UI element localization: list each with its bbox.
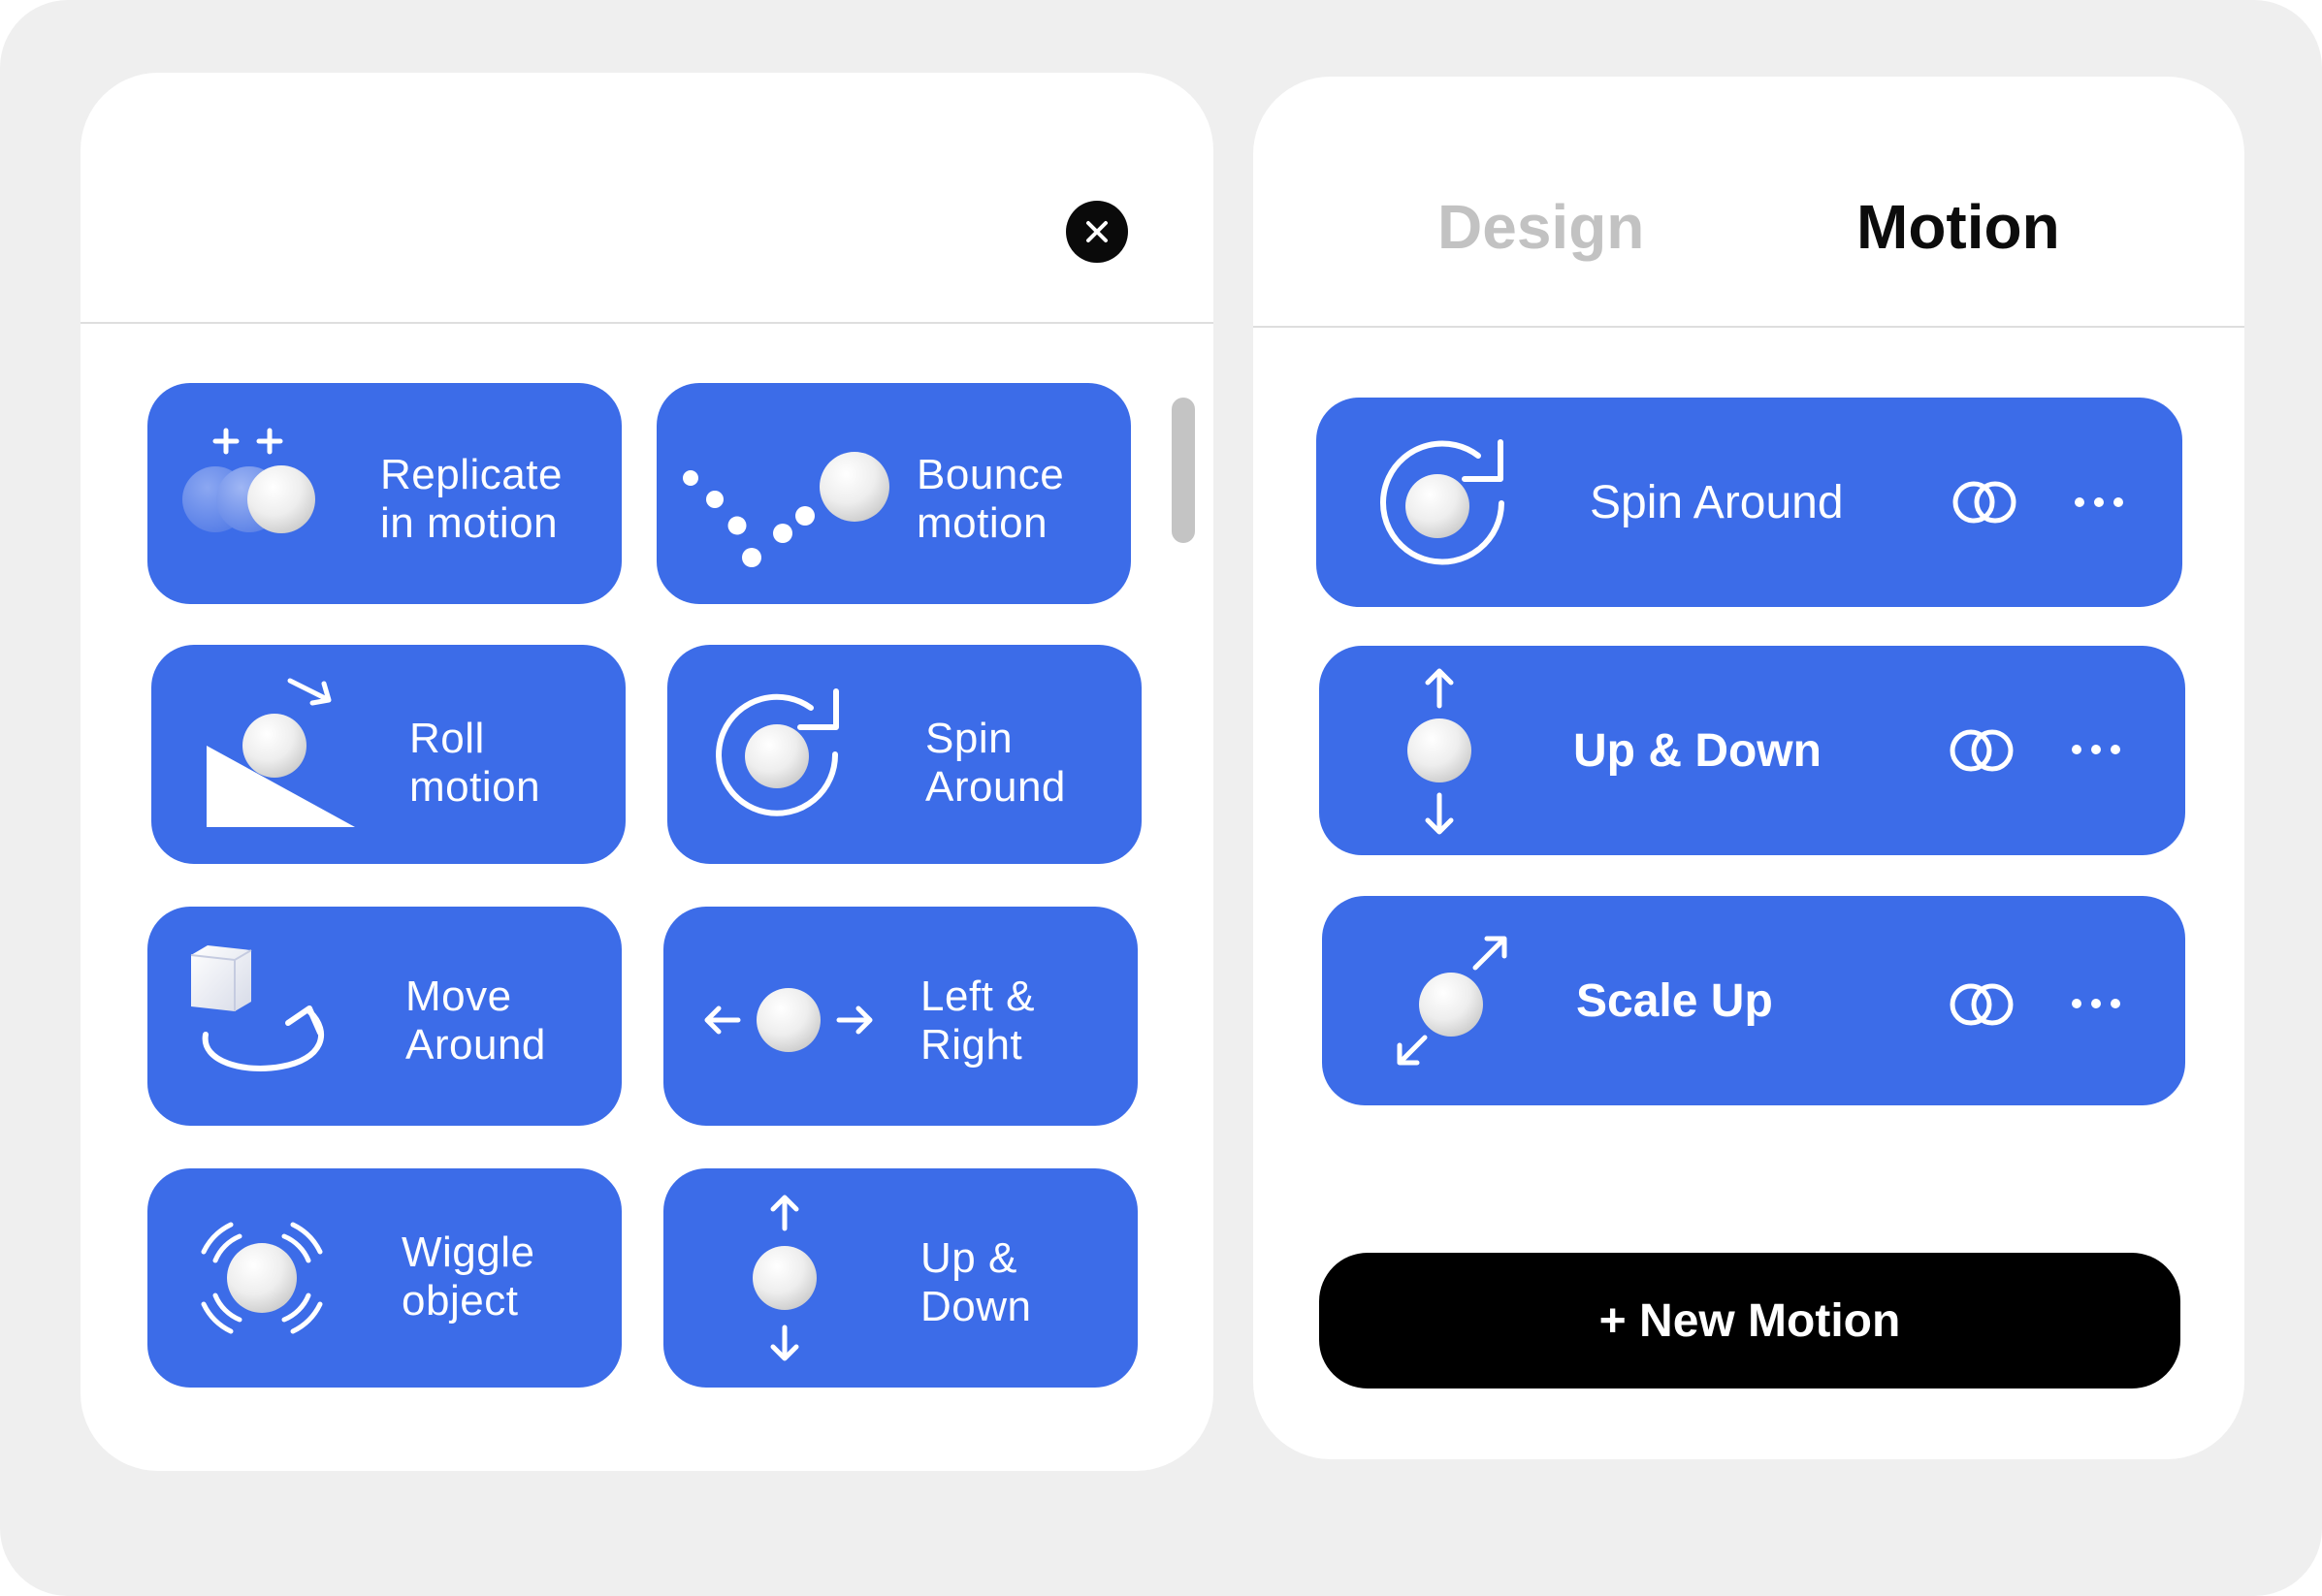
- up-down-icon: [1407, 668, 1471, 835]
- spin-icon: [1380, 439, 1504, 565]
- app-frame: Replicate in motion Bounce motion Roll m…: [0, 0, 2322, 1596]
- tab-motion[interactable]: Motion: [1856, 191, 2060, 263]
- motion-row-scale-up[interactable]: Scale Up: [1322, 896, 2185, 1105]
- roll-icon: [207, 678, 355, 827]
- preset-card-wiggle[interactable]: Wiggle object: [147, 1168, 622, 1388]
- preset-label: Bounce motion: [917, 451, 1065, 547]
- motion-editor-panel: Design Motion Spin Around Up & Down Scal…: [1253, 77, 2244, 1459]
- scale-up-icon: [1397, 936, 1507, 1066]
- spin-icon: [716, 688, 839, 816]
- bounce-icon: [683, 452, 889, 567]
- motion-row-spin-around[interactable]: Spin Around: [1316, 398, 2182, 607]
- more-icon[interactable]: [2073, 495, 2125, 509]
- tab-design[interactable]: Design: [1437, 191, 1644, 263]
- close-icon: [1086, 221, 1108, 242]
- blend-icon[interactable]: [1948, 982, 2016, 1027]
- preset-card-roll[interactable]: Roll motion: [151, 645, 626, 864]
- preset-card-up-down[interactable]: Up & Down: [663, 1168, 1138, 1388]
- preset-label: Wiggle object: [402, 1229, 535, 1325]
- new-motion-button[interactable]: + New Motion: [1319, 1253, 2180, 1389]
- more-icon[interactable]: [2070, 997, 2122, 1010]
- more-icon[interactable]: [2070, 743, 2122, 756]
- preset-label: Move Around: [405, 973, 546, 1069]
- motion-label: Up & Down: [1573, 724, 1822, 777]
- move-around-icon: [190, 945, 325, 1071]
- preset-label: Left & Right: [920, 973, 1035, 1069]
- close-button[interactable]: [1066, 201, 1128, 263]
- motion-label: Spin Around: [1590, 476, 1844, 528]
- preset-label: Replicate in motion: [380, 451, 563, 547]
- tabs-divider: [1253, 326, 2244, 328]
- preset-card-bounce[interactable]: Bounce motion: [657, 383, 1131, 604]
- preset-card-spin[interactable]: Spin Around: [667, 645, 1142, 864]
- motion-label: Scale Up: [1576, 974, 1773, 1027]
- panel-divider: [81, 322, 1213, 324]
- preset-card-left-right[interactable]: Left & Right: [663, 907, 1138, 1126]
- preset-label: Up & Down: [920, 1234, 1032, 1330]
- motion-presets-panel: Replicate in motion Bounce motion Roll m…: [81, 73, 1213, 1471]
- replicate-icon: [182, 428, 315, 533]
- wiggle-icon: [201, 1222, 323, 1334]
- left-right-icon: [704, 988, 873, 1052]
- blend-icon[interactable]: [1948, 728, 2016, 773]
- preset-label: Roll motion: [409, 715, 541, 811]
- blend-icon[interactable]: [1951, 480, 2018, 525]
- preset-label: Spin Around: [925, 715, 1066, 811]
- preset-card-replicate[interactable]: Replicate in motion: [147, 383, 622, 604]
- motion-row-up-down[interactable]: Up & Down: [1319, 646, 2185, 855]
- preset-card-move-around[interactable]: Move Around: [147, 907, 622, 1126]
- up-down-icon: [753, 1195, 817, 1361]
- scrollbar[interactable]: [1172, 398, 1195, 543]
